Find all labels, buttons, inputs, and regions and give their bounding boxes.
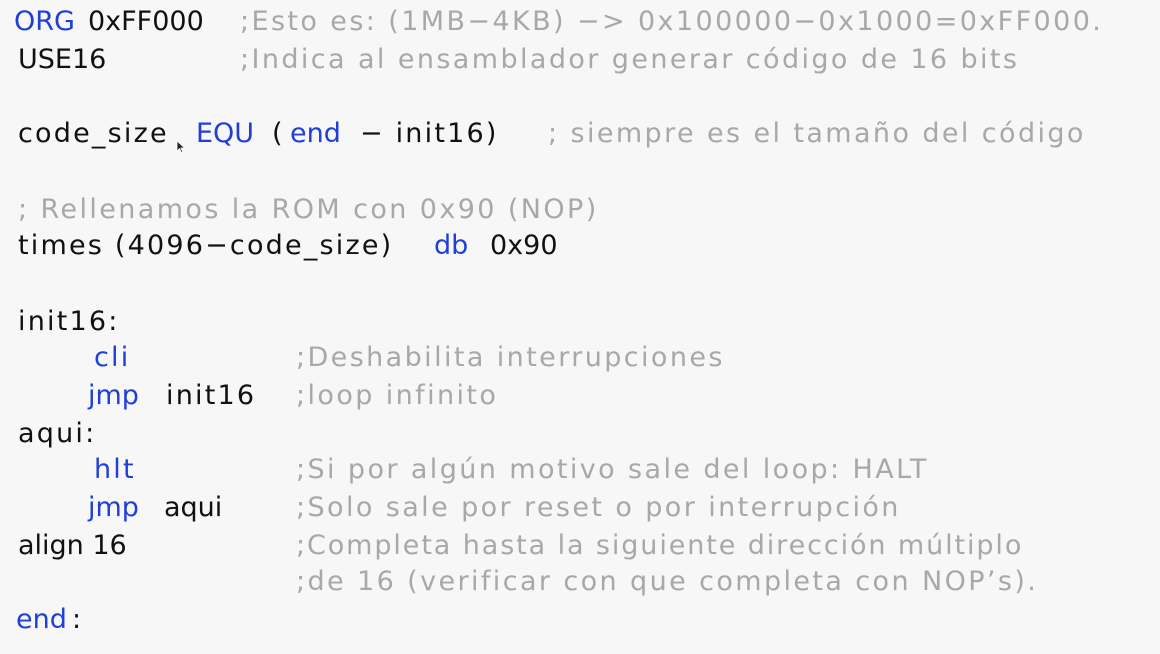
code-line-times: times (4096−code_size) db 0x90: [0, 230, 558, 310]
keyword-jmp: jmp: [88, 380, 139, 411]
code-size-rest: − init16): [360, 118, 499, 149]
comment-align: ;Completa hasta la siguiente dirección m…: [296, 530, 1024, 561]
keyword-end-ref: end: [290, 118, 341, 149]
end-colon: :: [72, 604, 82, 635]
paren-open: (: [272, 118, 283, 149]
comment-code-size: ; siempre es el tamaño del código: [548, 118, 1086, 149]
jmp-target-init16: init16: [166, 380, 257, 411]
times-expression: times (4096−code_size): [18, 230, 394, 261]
code-slide: ORG 0xFF000 ;Esto es: (1MB−4KB) −> 0x100…: [0, 0, 1160, 654]
code-line-end-label: end :: [0, 604, 81, 654]
jmp-target-aqui: aqui: [164, 492, 223, 523]
org-value: 0xFF000: [88, 6, 204, 37]
keyword-hlt: hlt: [94, 454, 136, 485]
keyword-org: ORG: [14, 6, 75, 37]
keyword-cli: cli: [94, 342, 131, 373]
comment-cli: ;Deshabilita interrupciones: [296, 342, 725, 373]
keyword-end-label: end: [16, 604, 67, 635]
keyword-db: db: [434, 230, 469, 261]
comment-align-cont: ;de 16 (verificar con que completa con N…: [296, 566, 1039, 597]
label-aqui: aqui:: [18, 418, 97, 449]
comment-reset: ;Solo sale por reset o por interrupción: [296, 492, 901, 523]
code-size-name: code_size: [18, 118, 169, 149]
keyword-equ: EQU: [196, 118, 255, 149]
code-line-use16: USE16 ;Indica al ensamblador generar cód…: [0, 44, 1017, 108]
comment-rom: ; Rellenamos la ROM con 0x90 (NOP): [18, 194, 599, 225]
mouse-pointer-icon: [176, 140, 186, 154]
keyword-jmp-2: jmp: [88, 492, 139, 523]
align-directive: align 16: [18, 530, 127, 561]
comment-hlt: ;Si por algún motivo sale del loop: HALT: [296, 454, 929, 485]
comment-loop: ;loop infinito: [296, 380, 499, 411]
db-value: 0x90: [490, 230, 558, 261]
comment-use16: ;Indica al ensamblador generar código de…: [240, 44, 1020, 75]
use16-directive: USE16: [18, 44, 107, 75]
comment-org: ;Esto es: (1MB−4KB) −> 0x100000−0x1000=0…: [240, 6, 1104, 37]
label-init16: init16:: [18, 306, 120, 337]
